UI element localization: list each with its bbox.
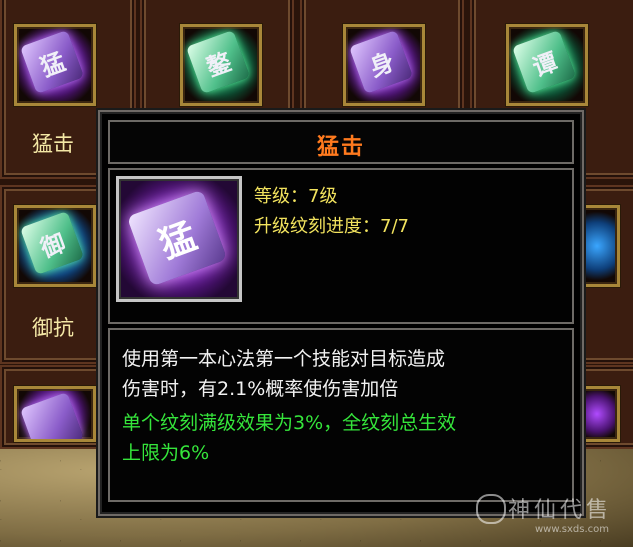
mengji-large-tile: 猛 (126, 189, 228, 287)
skill-tooltip: 猛击 猛 等级：7级 升级纹刻进度：7/7 使用第一本心法第一个技能对目标造成 … (98, 110, 584, 516)
tooltip-stats-panel: 猛 等级：7级 升级纹刻进度：7/7 (108, 168, 574, 324)
bonus-line-1: 单个纹刻满级效果为3%，全纹刻总生效 (122, 412, 457, 434)
skill-label-yukang: 御抗 (32, 316, 74, 340)
mengji-icon: 猛 (19, 29, 85, 95)
engrave-progress: 升级纹刻进度：7/7 (254, 216, 409, 237)
skill-slot-2[interactable]: 鏊 (180, 24, 262, 106)
tooltip-title: 猛击 (316, 134, 365, 160)
tooltip-header: 猛击 (108, 120, 574, 164)
skill-4-icon: 谭 (511, 29, 577, 95)
skill-slot-yukang[interactable]: 御 (14, 205, 96, 287)
watermark-logo-icon (476, 494, 506, 524)
mengji-skill-icon: 猛 (116, 176, 242, 302)
watermark-url: www.sxds.com (535, 524, 610, 535)
skill-slot-mengji[interactable]: 猛 (14, 24, 96, 106)
skill-level: 等级：7级 (254, 186, 338, 207)
description-line-2: 伤害时，有2.1%概率使伤害加倍 (122, 378, 399, 400)
skill-slot-3[interactable]: 身 (343, 24, 425, 106)
watermark-text: 神仙代售 (508, 498, 613, 523)
bonus-line-2: 上限为6% (122, 442, 210, 464)
description-line-1: 使用第一本心法第一个技能对目标造成 (122, 348, 446, 370)
skill-7-icon (19, 391, 85, 439)
yukang-icon: 御 (19, 210, 85, 276)
skill-slot-7[interactable] (14, 386, 96, 442)
tooltip-description-panel: 使用第一本心法第一个技能对目标造成 伤害时，有2.1%概率使伤害加倍 单个纹刻满… (108, 328, 574, 502)
skill-slot-4[interactable]: 谭 (506, 24, 588, 106)
skill-2-icon: 鏊 (185, 29, 251, 95)
skill-label-mengji: 猛击 (32, 132, 74, 156)
skill-3-icon: 身 (348, 29, 414, 95)
